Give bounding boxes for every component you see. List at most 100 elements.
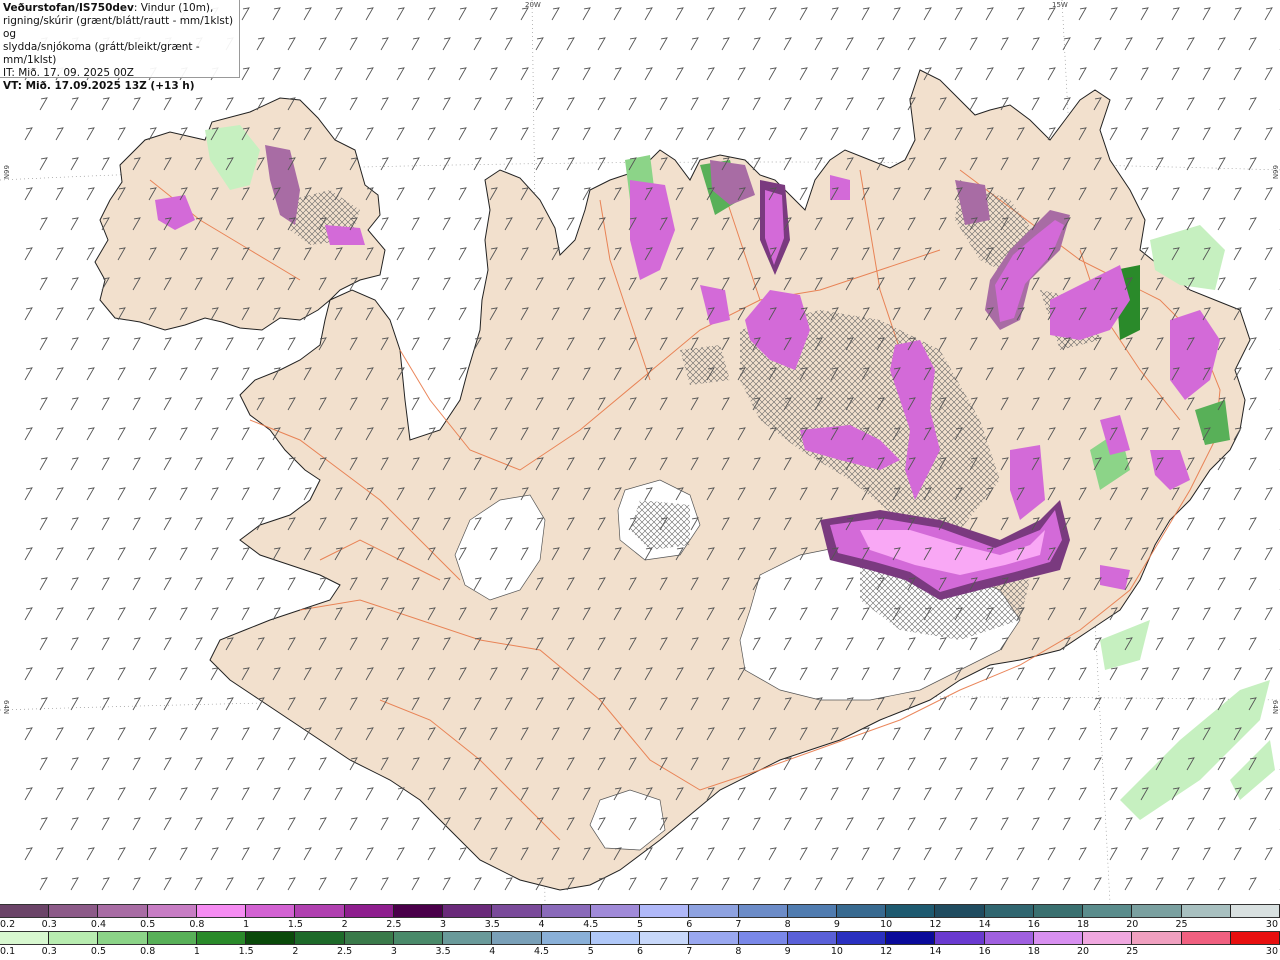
legend-tick-label: 2 [292,946,299,957]
legend-swatch [590,905,641,917]
legend-swatch [295,905,345,917]
title-line-1: Veðurstofan/IS750dev: Vindur (10m), [3,2,214,14]
legend-tick-label: 0.3 [41,946,57,957]
legend-swatch [787,932,837,944]
lon-label-20w: 20W [525,1,541,9]
legend-tick-label: 5 [587,946,594,957]
legend-swatch [1083,932,1133,944]
legend-tick-label: 0.8 [189,919,205,930]
lat-label-66n-left: 66N [2,165,10,180]
lon-label-15w: 15W [1052,1,1068,9]
legend-swatch [738,905,788,917]
legend-swatch [98,905,148,917]
legend-swatch [886,905,936,917]
legend-tick-label: 30 [1265,946,1278,957]
legend-swatch [886,932,936,944]
legend-tick-label: 18 [1027,946,1040,957]
legend-tick-label: 5 [636,919,644,930]
legend-swatch [1132,932,1182,944]
legend-swatch [393,905,444,917]
legend-tick-label: 1.5 [287,919,303,930]
legend-swatch [344,905,394,917]
legend-swatch [640,932,690,944]
legend-swatch [1181,905,1231,917]
legend-swatch [836,905,887,917]
legend-tick-label: 2.5 [386,919,402,930]
legend-swatch [1181,932,1231,944]
legend-swatch [1033,905,1084,917]
legend-tick-label: 0.8 [140,946,156,957]
legend-tick-label: 3.5 [484,919,500,930]
legend-tick-label: 12 [929,919,942,930]
legend-swatch [443,932,493,944]
legend-tick-label: 4.5 [583,919,599,930]
legend-tick-label: 12 [880,946,893,957]
legend-tick-label: 16 [978,946,991,957]
legend-tick-label: 0.5 [90,946,107,957]
legend-tick-label: 14 [978,919,991,930]
legend-swatch [1230,905,1280,917]
rain-legend-ticks: 0.1 0.3 0.5 0.8 1 1.5 2 2.5 3 3.5 4 4.5 5 6 7 8 9 10 12 14 1… [0,946,1280,958]
legend-tick-label: 9 [833,919,840,930]
legend-tick-label: 0.4 [90,919,107,930]
legend-tick-label: 30 [1265,919,1278,930]
legend-swatch [393,932,444,944]
legend-swatch [738,932,788,944]
legend-swatch [935,932,985,944]
legend-tick-label: 1 [243,919,250,930]
legend-swatch [443,905,493,917]
legend-tick-label: 1.5 [238,946,254,957]
snow-legend: 0.2 0.3 0.4 0.5 0.8 1 1.5 2 2.5 3 3.5 4 4.5 5 6 7 8 9 10 12… [0,904,1280,931]
title-line-4: IT: Mið. 17. 09. 2025 00Z [3,67,134,79]
legend-swatch [49,932,99,944]
rain-legend-swatches [0,931,1280,945]
legend-swatch [1083,905,1133,917]
snow-legend-ticks: 0.2 0.3 0.4 0.5 0.8 1 1.5 2 2.5 3 3.5 4 4.5 5 6 7 8 9 10 12… [0,919,1280,931]
legend-tick-label: 0.2 [0,919,16,930]
legend-tick-label: 7 [686,946,693,957]
title-line-2: rigning/skúrir (grænt/blátt/rautt - mm/1… [3,15,234,40]
legend-tick-label: 3 [440,919,447,930]
legend-tick-label: 9 [784,946,791,957]
forecast-map[interactable] [0,0,1280,903]
legend-tick-label: 7 [735,919,742,930]
legend-swatch [541,905,591,917]
legend-swatch [541,932,591,944]
legend-tick-label: 3.5 [435,946,451,957]
legend-swatch [295,932,345,944]
legend-tick-label: 4 [489,946,496,957]
legend-tick-label: 25 [1126,946,1139,957]
legend-swatch [147,932,197,944]
legend-swatch [196,905,247,917]
legend-tick-label: 14 [929,946,942,957]
legend-tick-label: 18 [1077,919,1090,930]
legend-swatch [344,932,394,944]
legend-swatch [1132,905,1182,917]
legend-swatch [49,905,99,917]
legend-tick-label: 8 [735,946,742,957]
lat-label-66n-right: 66N [1271,165,1279,180]
legend-swatch [640,905,690,917]
legend-tick-label: 0.5 [140,919,156,930]
legend-swatch [147,905,197,917]
legend-swatch [836,932,887,944]
legend-tick-label: 10 [880,919,893,930]
legend-tick-label: 8 [784,919,791,930]
legend-swatch [984,905,1034,917]
legend-tick-label: 25 [1175,919,1188,930]
title-line-3: slydda/snjókoma (grátt/bleikt/grænt - mm… [3,41,200,66]
legend-swatch [492,905,542,917]
legend-tick-label: 20 [1077,946,1090,957]
legend-swatch [689,932,739,944]
legend-swatch [492,932,542,944]
legend-tick-label: 0.3 [41,919,57,930]
legend-tick-label: 6 [686,919,693,930]
legend-swatch [689,905,739,917]
legend-swatch [98,932,148,944]
legend-swatch [0,905,50,917]
map-title-box: Veðurstofan/IS750dev: Vindur (10m), rign… [0,0,240,92]
legend-tick-label: 2 [341,919,348,930]
legend-swatch [246,905,296,917]
legend-tick-label: 1 [193,946,200,957]
legend-swatch [196,932,247,944]
